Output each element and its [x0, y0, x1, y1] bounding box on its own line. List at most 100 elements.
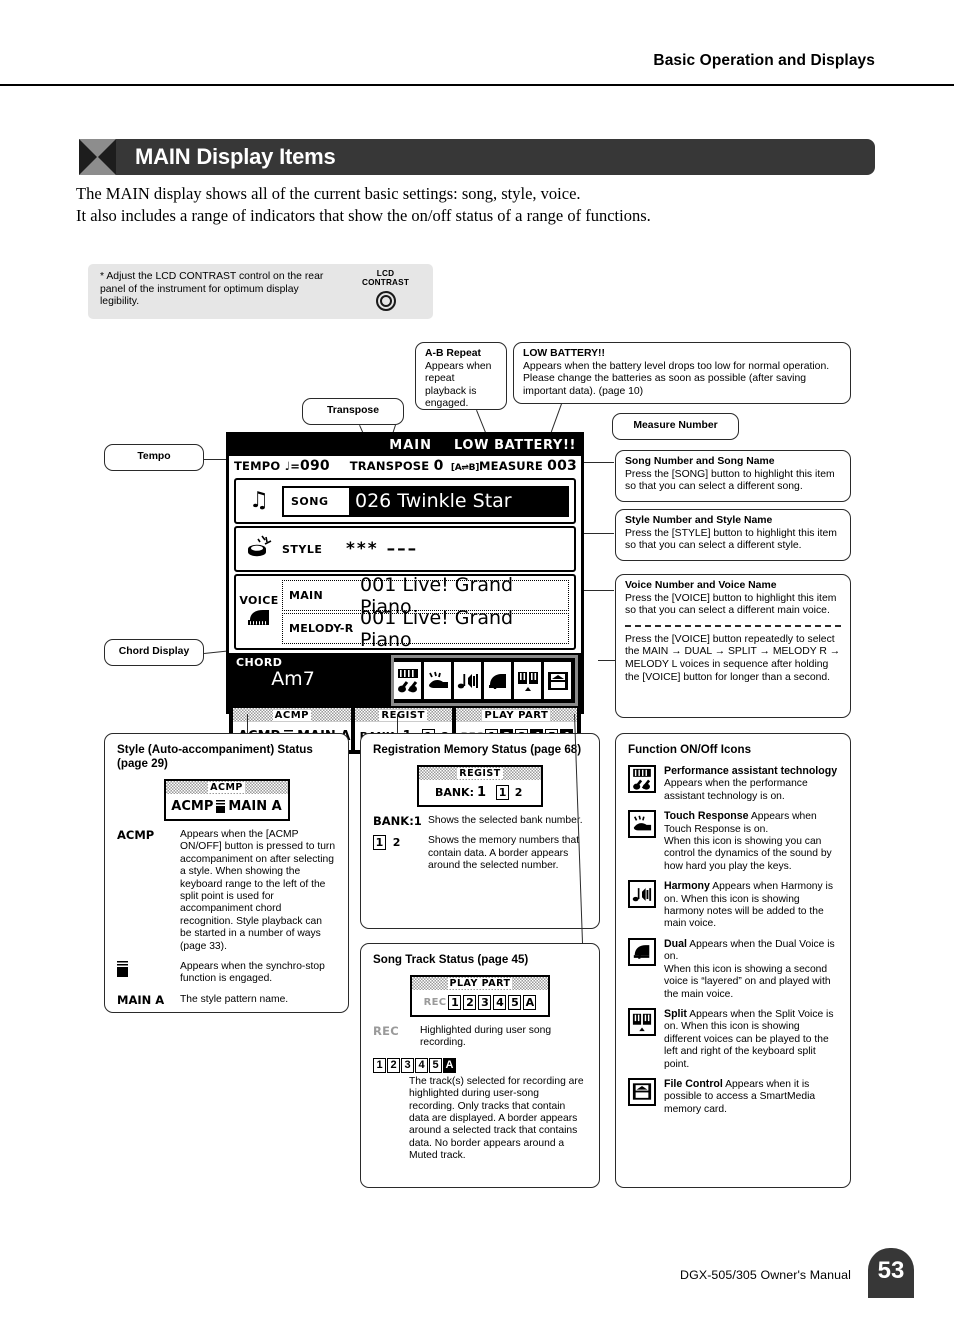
panel-style-status: Style (Auto-accompaniment) Status (page … — [104, 733, 349, 1013]
lcd-voice-melody-value: 001 Live! Grand Piano — [360, 606, 514, 651]
touch-response-icon — [628, 810, 656, 839]
callout-tempo-title: Tempo — [137, 451, 171, 463]
drum-kit-icon — [236, 535, 282, 564]
panel-song-track-status: Song Track Status (page 45) PLAY PART RE… — [360, 943, 600, 1188]
callout-measure-number-title: Measure Number — [633, 420, 718, 432]
leader-function-icons — [598, 660, 616, 661]
def-acmp-desc: Appears when the [ACMP ON/OFF] button is… — [180, 829, 336, 952]
callout-voice-divider — [625, 624, 841, 627]
mini-track-4: 4 — [493, 995, 507, 1010]
callout-transpose: Transpose — [302, 398, 404, 425]
lcd-tempo-label: TEMPO — [234, 459, 281, 473]
callout-style-body: Press the [STYLE] button to highlight th… — [625, 527, 837, 552]
harmony-icon — [628, 880, 656, 909]
running-header: Basic Operation and Displays — [653, 52, 875, 69]
mini-acmp-header: ACMP — [165, 781, 288, 794]
mini-regist-mem-1: 1 — [496, 785, 510, 800]
fn-name-touch-response: Touch Response — [664, 810, 749, 823]
header-rule — [0, 84, 954, 86]
leader-low-battery — [550, 403, 562, 433]
lcd-voice-row[interactable]: VOICE MAIN 001 Live! Grand Piano MELODY-… — [234, 574, 576, 651]
fn-name-harmony: Harmony — [664, 880, 710, 893]
fn-text-touch-response: Touch Response Appears when Touch Respon… — [664, 810, 838, 873]
lcd-song-field[interactable]: SONG 026 Twinkle Star — [282, 485, 569, 517]
def-mem-key: 1 2 — [373, 835, 421, 872]
fn-name-split: Split — [664, 1007, 687, 1020]
leader-acmp-panel — [247, 714, 248, 734]
lcd-title-main: MAIN — [389, 438, 433, 453]
panel-song-track-title: Song Track Status (page 45) — [373, 953, 529, 966]
def-tracks-boxes: 1 2 3 4 5 A — [373, 1057, 587, 1073]
def-track-5: 5 — [429, 1057, 442, 1073]
def-rec-key: REC — [373, 1024, 400, 1038]
music-note-icon: ♫ — [249, 488, 269, 513]
callout-voice-body: Press the [VOICE] button to highlight th… — [625, 592, 837, 617]
lcd-voice-main-label: MAIN — [289, 589, 323, 602]
lcd-song-row[interactable]: ♫ SONG 026 Twinkle Star — [234, 478, 576, 524]
mini-regist-display: REGIST BANK: 1 1 2 — [417, 765, 543, 807]
mini-playpart-header: PLAY PART — [412, 977, 548, 990]
fn-item-touch-response: Touch Response Appears when Touch Respon… — [628, 810, 838, 873]
callout-voice-body2: Press the [VOICE] button repeatedly to s… — [625, 633, 841, 683]
fn-name-dual: Dual — [664, 937, 687, 950]
intro-line-1: The MAIN display shows all of the curren… — [76, 184, 581, 203]
performance-assistant-icon — [394, 662, 421, 699]
lcd-contrast-knob-icon[interactable] — [375, 291, 396, 311]
dual-icon — [628, 937, 656, 966]
mini-regist-bank-value: 1 — [476, 785, 487, 800]
lcd-contrast-label-line2: CONTRAST — [361, 278, 410, 287]
lcd-transpose-value: 0 — [433, 458, 444, 474]
touch-response-icon — [424, 662, 451, 699]
callout-measure-number: Measure Number — [612, 413, 739, 440]
callout-ab-repeat: A-B Repeat Appears when repeat playback … — [415, 342, 507, 410]
mini-synchro-stop-icon — [216, 800, 226, 813]
lcd-style-row[interactable]: STYLE *** ––– — [234, 526, 576, 572]
lcd-transpose: TRANSPOSE 0 — [350, 458, 451, 474]
leader-style — [584, 533, 614, 534]
footer-manual-title: DGX-505/305 Owner's Manual — [680, 1268, 851, 1282]
lcd-song-label: SONG — [291, 494, 329, 508]
lcd-style-field[interactable]: STYLE *** ––– — [282, 539, 574, 559]
lcd-acmp-header: ACMP — [233, 708, 351, 722]
def-pattern-key: MAIN A — [117, 992, 165, 1007]
lcd-measure-label: MEASURE — [479, 459, 543, 473]
def-track-3: 3 — [401, 1057, 414, 1073]
lcd-function-icon-strip — [391, 655, 578, 706]
def-synchro-desc: Appears when the synchro-stop function i… — [180, 961, 325, 985]
callout-low-battery-title: LOW BATTERY!! — [523, 348, 605, 359]
def-acmp: ACMP Appears when the [ACMP ON/OFF] butt… — [117, 829, 336, 953]
lcd-chord-label: CHORD — [236, 656, 283, 669]
lcd-voice-left: VOICE — [236, 576, 282, 648]
lcd-voice-lines: MAIN 001 Live! Grand Piano MELODY-R 001 … — [282, 574, 574, 651]
callout-low-battery: LOW BATTERY!! Appears when the battery l… — [513, 342, 851, 404]
def-track-2: 2 — [387, 1057, 400, 1073]
lcd-transpose-label: TRANSPOSE — [349, 459, 430, 473]
mini-acmp-display: ACMP ACMP MAIN A — [163, 779, 290, 821]
callout-style: Style Number and Style Name Press the [S… — [615, 509, 851, 561]
def-bank-desc: Shows the selected bank number. — [428, 815, 583, 826]
section-title-text: MAIN Display Items — [116, 139, 875, 175]
callout-voice-title: Voice Number and Voice Name — [625, 580, 777, 591]
dual-icon — [484, 662, 511, 699]
lcd-measure: [A⇌B]MEASURE 003 — [451, 458, 577, 474]
lcd-display: MAIN LOW BATTERY!! TEMPO ♩=090 TRANSPOSE… — [226, 432, 584, 754]
callout-chord-display: Chord Display — [104, 639, 204, 666]
callout-voice: Voice Number and Voice Name Press the [V… — [615, 574, 851, 718]
panel-function-icons-title: Function ON/Off Icons — [628, 743, 752, 756]
lcd-tempo-note-icon: ♩= — [284, 459, 301, 473]
mini-regist-body: BANK: 1 1 2 — [419, 780, 541, 805]
intro-paragraph: The MAIN display shows all of the curren… — [76, 183, 876, 227]
fn-item-performance-assistant: Performance assistant technology Appears… — [628, 765, 838, 803]
def-rec-desc: Highlighted during user song recording. — [420, 1025, 552, 1049]
def-mem: 1 2 Shows the memory numbers that contai… — [373, 835, 587, 872]
lcd-title-bar: MAIN LOW BATTERY!! — [229, 435, 581, 456]
mini-acmp-body: ACMP MAIN A — [166, 794, 288, 819]
lcd-measure-value: 003 — [547, 458, 577, 474]
fn-desc-performance-assistant: Appears when the performance assistant t… — [664, 778, 808, 802]
lcd-voice-melody-line[interactable]: MELODY-R 001 Live! Grand Piano — [282, 607, 569, 651]
def-pattern: MAIN A The style pattern name. — [117, 992, 336, 1007]
def-rec: REC Highlighted during user song recordi… — [373, 1025, 587, 1050]
def-mem-desc: Shows the memory numbers that contain da… — [428, 835, 580, 872]
fn-text-split: Split Appears when the Split Voice is on… — [664, 1008, 838, 1071]
grand-piano-icon — [246, 609, 272, 631]
